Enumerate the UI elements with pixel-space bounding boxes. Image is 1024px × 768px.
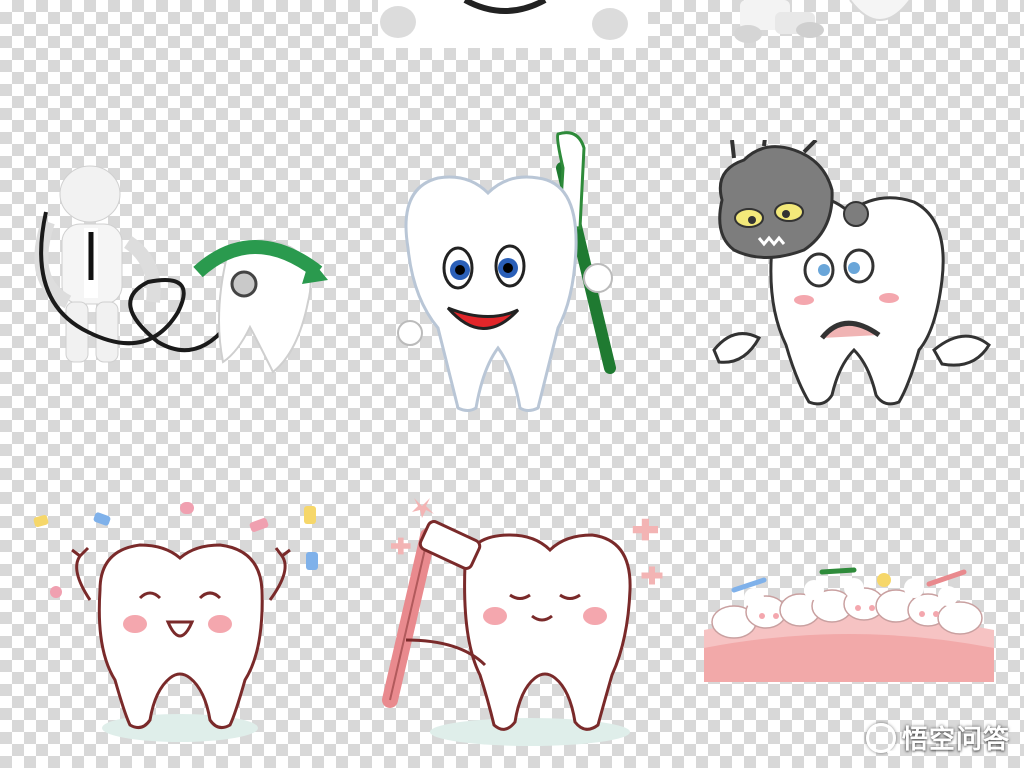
doctor-figure-with-stethoscope-and-tooth [34, 165, 328, 374]
top-white-figure-sign [378, 0, 648, 48]
wukong-watermark: 悟空问答 [865, 719, 1010, 756]
teeth-on-gum-with-foam [704, 567, 994, 682]
happy-tooth-with-confetti [33, 502, 318, 742]
top-white-figure-standing [734, 0, 911, 43]
smiling-tooth-with-toothbrush [397, 131, 616, 412]
tooth-brushing-itself [382, 498, 663, 746]
watermark-text: 悟空问答 [901, 725, 1010, 755]
wukong-logo-icon [865, 722, 896, 753]
worried-tooth-with-germ [712, 140, 991, 406]
